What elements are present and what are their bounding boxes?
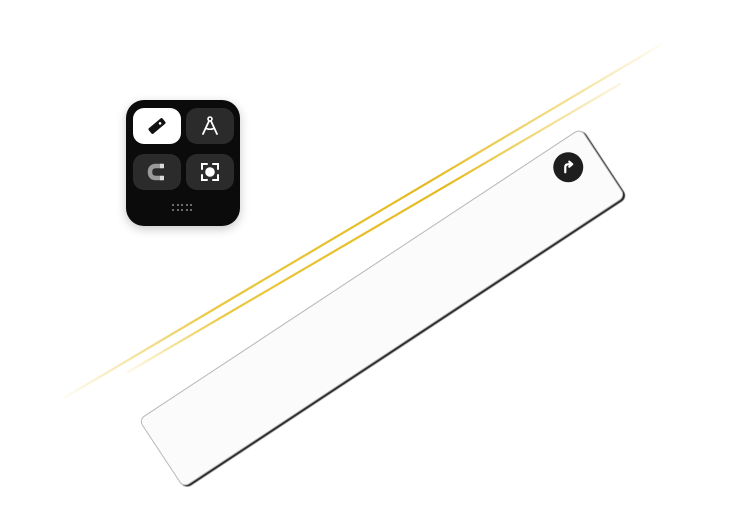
compass-tool-button[interactable] [186,108,234,144]
rotate-arrow-icon [564,160,574,174]
selection-tool-button[interactable] [186,154,234,190]
compass-icon [202,116,218,135]
rotate-ruler-button[interactable] [553,152,584,183]
drawing-canvas[interactable] [0,0,740,526]
ink-strokes [62,42,664,400]
ruler-tool-button[interactable] [133,108,181,144]
magnet-tool-button[interactable] [133,154,181,190]
drag-handle-icon[interactable] [172,204,194,214]
tool-palette [126,100,240,226]
lasso-select-icon [201,163,219,181]
magnet-icon [147,163,164,181]
ruler-icon [148,118,166,134]
